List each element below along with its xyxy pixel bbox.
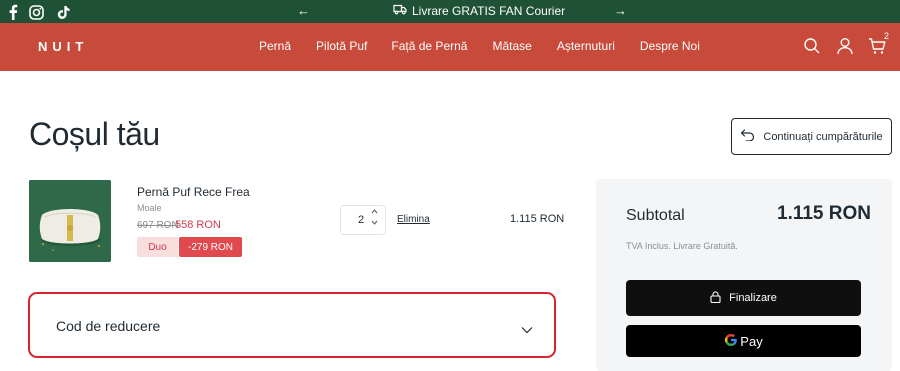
remove-item-link[interactable]: Elimina (397, 214, 430, 225)
nav-item-despre-noi[interactable]: Despre Noi (640, 39, 700, 53)
nav-item-fata-de-perna[interactable]: Față de Pernă (391, 39, 467, 53)
announcement-text: Livrare GRATIS FAN Courier (412, 4, 566, 18)
cart-count-badge: 2 (884, 31, 890, 41)
google-g-icon (724, 333, 738, 350)
continue-shopping-label: Continuați cumpărăturile (763, 130, 883, 143)
main-nav: Pernă Pilotă Puf Față de Pernă Mătase Aș… (259, 39, 700, 53)
chevron-down-icon (521, 321, 533, 334)
search-icon[interactable] (803, 37, 821, 55)
instagram-icon[interactable] (27, 3, 45, 21)
discount-badge: -279 RON (179, 237, 242, 257)
nav-item-perna[interactable]: Pernă (259, 39, 291, 53)
checkout-label: Finalizare (729, 292, 777, 304)
logo[interactable]: NUIT (38, 39, 88, 54)
google-pay-button[interactable]: Pay (626, 325, 861, 357)
continue-shopping-button[interactable]: Continuați cumpărăturile (731, 118, 892, 155)
announcement-prev-button[interactable]: ← (297, 2, 310, 20)
quantity-stepper[interactable]: 2 (340, 205, 386, 235)
tiktok-icon[interactable] (55, 3, 73, 21)
sale-price: 558 RON (175, 219, 221, 231)
nav-item-matase[interactable]: Mătase (492, 39, 531, 53)
lock-icon (710, 290, 721, 306)
user-icon[interactable] (836, 37, 854, 55)
site-header: NUIT Pernă Pilotă Puf Față de Pernă Măta… (0, 23, 900, 71)
nav-item-asternuturi[interactable]: Așternuturi (557, 39, 615, 53)
original-price: 697 RON (137, 220, 179, 231)
truck-icon (393, 3, 407, 20)
nav-item-pilota-puf[interactable]: Pilotă Puf (316, 39, 367, 53)
checkout-button[interactable]: Finalizare (626, 280, 861, 316)
order-summary: Subtotal 1.115 RON TVA Inclus. Livrare G… (596, 179, 892, 371)
google-pay-label: Pay (740, 333, 763, 349)
product-variant: Moale (137, 203, 162, 213)
quantity-value[interactable]: 2 (358, 214, 364, 226)
product-image[interactable] (29, 180, 111, 262)
subtotal-label: Subtotal (626, 207, 685, 224)
product-name[interactable]: Pernă Puf Rece Frea (137, 185, 250, 199)
line-total: 1.115 RON (510, 213, 565, 225)
announcement-message: Livrare GRATIS FAN Courier (393, 3, 565, 20)
bundle-badge: Duo (137, 237, 178, 257)
undo-icon (740, 129, 755, 144)
announcement-next-button[interactable]: → (614, 2, 627, 20)
chevron-down-icon[interactable] (371, 220, 378, 227)
chevron-up-icon[interactable] (371, 209, 378, 216)
discount-code-label: Cod de reducere (56, 318, 161, 334)
facebook-icon[interactable] (4, 3, 22, 21)
tax-shipping-note: TVA Inclus. Livrare Gratuită. (626, 241, 738, 251)
subtotal-value: 1.115 RON (777, 203, 871, 224)
announcement-bar: ← Livrare GRATIS FAN Courier → (0, 0, 900, 23)
page-title: Coșul tău (29, 116, 160, 152)
discount-code-accordion[interactable]: Cod de reducere (28, 292, 556, 358)
